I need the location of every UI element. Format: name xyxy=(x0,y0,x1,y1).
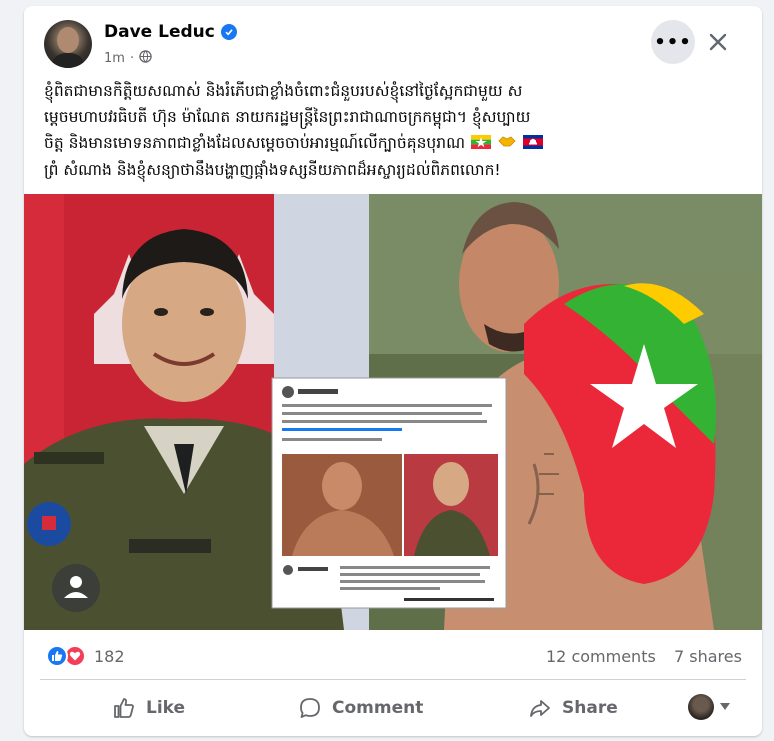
post-image[interactable] xyxy=(24,194,762,630)
share-icon xyxy=(530,700,550,717)
post-text-line: ព្រំ សំណាង និងខ្ញុំសន្យាថានឹងបង្ហាញផ្កាំ… xyxy=(44,160,501,179)
comments-count[interactable]: 12 comments xyxy=(546,647,656,666)
post-meta: 1m · xyxy=(104,50,152,67)
like-reaction-icon xyxy=(46,645,68,667)
share-label: Share xyxy=(562,698,618,718)
handshake-icon xyxy=(498,131,516,157)
post-text-fragment: ចិត្ត និងមានមោទនភាពជាខ្លាំងដែលសម្តេចចាប់… xyxy=(44,134,466,152)
comment-icon xyxy=(300,698,320,718)
post-header: Dave Leduc 1m · ••• xyxy=(24,6,762,72)
chevron-down-icon xyxy=(720,703,730,710)
close-button[interactable] xyxy=(702,26,734,58)
shares-count[interactable]: 7 shares xyxy=(674,647,742,666)
globe-icon[interactable] xyxy=(139,50,152,67)
more-options-button[interactable]: ••• xyxy=(651,20,695,64)
comment-label: Comment xyxy=(332,698,424,718)
post-time[interactable]: 1m xyxy=(104,51,125,66)
reactions-summary[interactable]: 182 xyxy=(46,645,125,667)
post-text-line: ខ្ញុំពិតជាមានកិត្តិយសណាស់ និងរំភើបជាខ្លា… xyxy=(44,82,523,100)
post-text-line: ចិត្ត និងមានមោទនភាពជាខ្លាំងដែលសម្តេចចាប់… xyxy=(44,130,744,157)
post-stats: 182 12 comments 7 shares xyxy=(24,641,762,675)
close-icon xyxy=(709,33,727,51)
stats-divider xyxy=(40,679,746,680)
like-label: Like xyxy=(146,698,186,718)
post-card: Dave Leduc 1m · ••• ខ្ញុំពិតជាមានកិត្តិយ… xyxy=(24,6,762,736)
reactions-count: 182 xyxy=(94,646,125,666)
more-horizontal-icon: ••• xyxy=(654,31,692,53)
author-name-row: Dave Leduc xyxy=(104,22,237,42)
author-avatar[interactable] xyxy=(44,20,92,68)
post-text: ខ្ញុំពិតជាមានកិត្តិយសណាស់ និងរំភើបជាខ្លា… xyxy=(44,78,744,183)
like-icon xyxy=(114,698,134,718)
author-name[interactable]: Dave Leduc xyxy=(104,22,215,42)
share-button[interactable]: Share xyxy=(528,686,618,730)
profile-switcher[interactable] xyxy=(688,694,730,720)
post-text-line: ម្តេចមហាបវរធិបតី ហ៊ុន ម៉ាណែត នាយករដ្ឋមន្… xyxy=(44,108,531,126)
avatar xyxy=(688,694,714,720)
post-actions: Like Comment Share xyxy=(24,686,762,730)
comment-button[interactable]: Comment xyxy=(298,686,423,730)
like-button[interactable]: Like xyxy=(112,686,185,730)
separator-dot: · xyxy=(129,51,135,66)
myanmar-flag-icon xyxy=(470,131,491,157)
verified-badge-icon xyxy=(220,24,237,40)
cambodia-flag-icon xyxy=(522,131,543,157)
